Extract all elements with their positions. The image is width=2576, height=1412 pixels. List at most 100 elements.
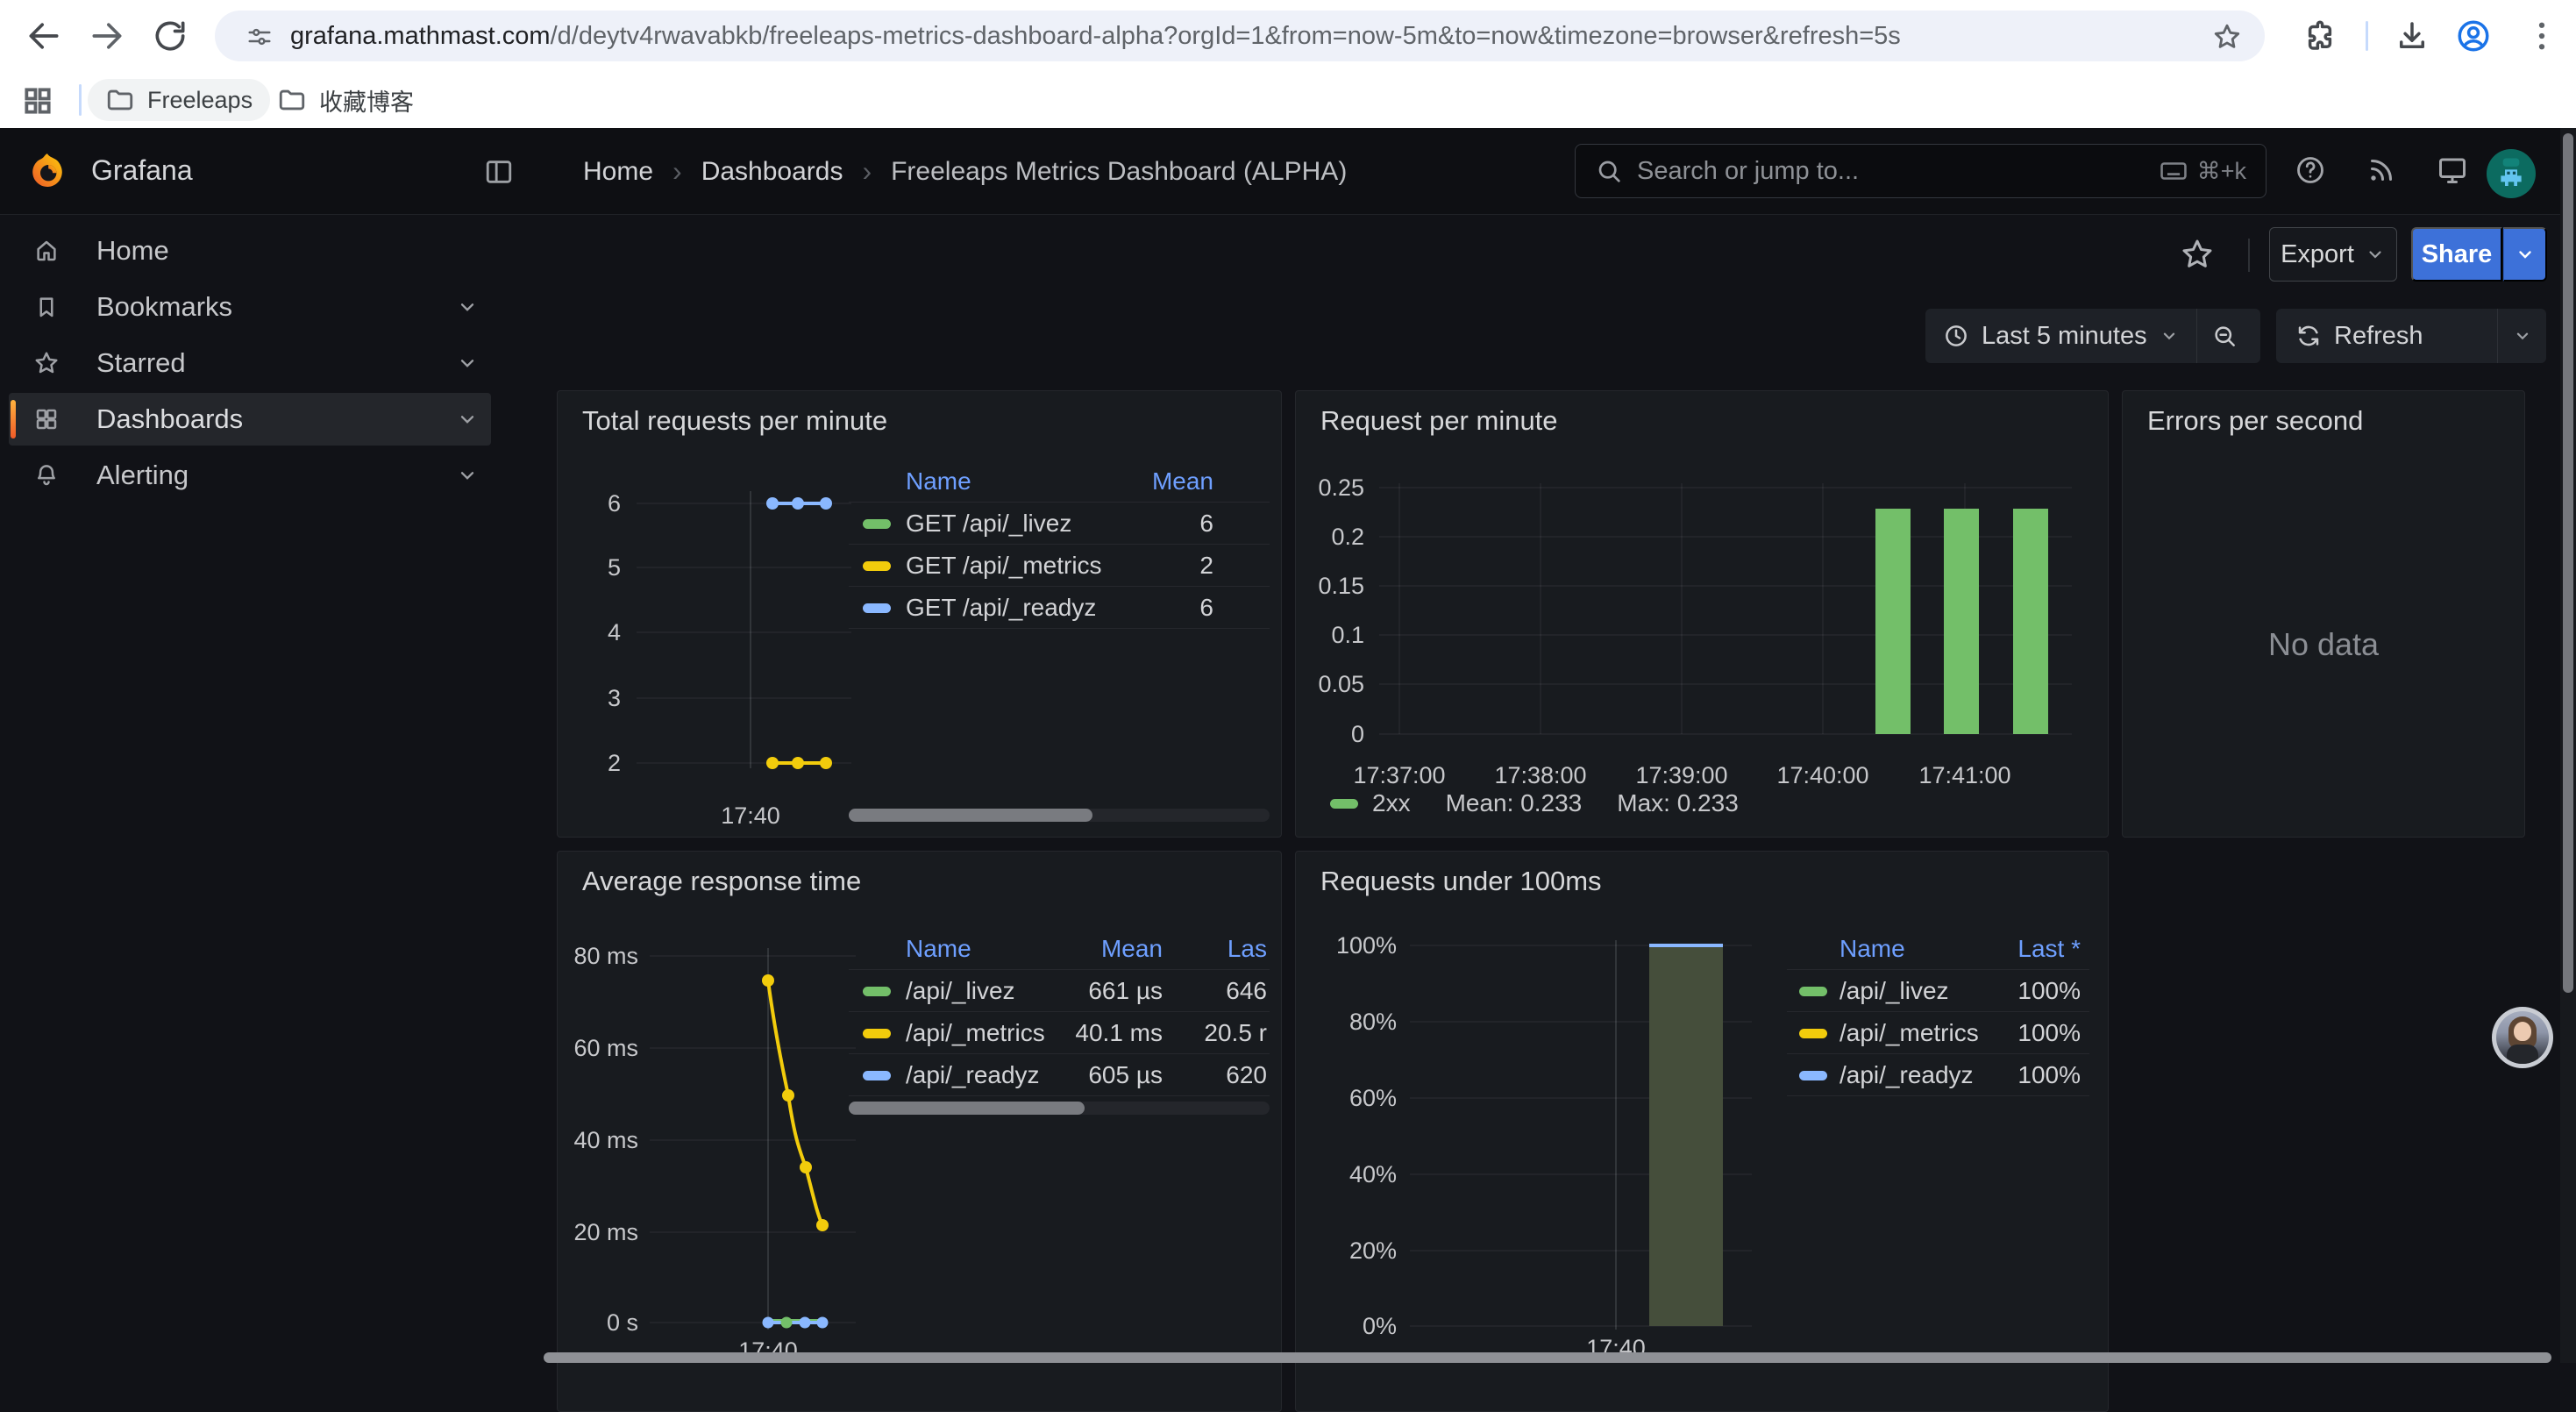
user-avatar[interactable]: [2487, 149, 2536, 198]
breadcrumb-home[interactable]: Home: [583, 157, 653, 187]
y-tick: 0 s: [558, 1310, 638, 1335]
legend-row[interactable]: GET /api/_readyz 6: [849, 587, 1270, 629]
y-tick: 60 ms: [558, 1036, 638, 1060]
grafana-logo-icon[interactable]: [26, 151, 68, 193]
legend-row[interactable]: GET /api/_metrics 2: [849, 545, 1270, 587]
breadcrumb: Home › Dashboards › Freeleaps Metrics Da…: [583, 128, 1347, 215]
forward-icon[interactable]: [88, 17, 126, 55]
folder-icon: [277, 85, 307, 115]
legend-scrollbar[interactable]: [849, 809, 1270, 822]
y-tick: 0.2: [1296, 524, 1364, 549]
share-menu-button[interactable]: [2503, 227, 2547, 282]
sidebar-collapse-icon[interactable]: [484, 157, 514, 187]
y-tick: 0%: [1296, 1314, 1397, 1338]
floating-assistant-avatar[interactable]: [2492, 1007, 2553, 1068]
bookmark-folder-freeleaps[interactable]: Freeleaps: [88, 79, 270, 121]
legend[interactable]: 2xx Mean: 0.233 Max: 0.233: [1330, 789, 1739, 817]
series-swatch: [863, 1071, 891, 1080]
refresh-interval-button[interactable]: [2497, 309, 2546, 363]
time-range-picker[interactable]: Last 5 minutes: [1925, 309, 2196, 363]
downloads-icon[interactable]: [2394, 18, 2430, 54]
favorite-dashboard-star-icon[interactable]: [2180, 237, 2215, 272]
legend-row[interactable]: /api/_metrics 100%: [1787, 1012, 2089, 1054]
sidebar-item-alerting[interactable]: Alerting: [9, 449, 491, 502]
legend-row[interactable]: /api/_readyz 605 µs 620: [849, 1054, 1270, 1096]
bookmarks-bar: Freeleaps 收藏博客: [0, 72, 2576, 128]
monitor-icon[interactable]: [2437, 154, 2468, 186]
legend-row[interactable]: /api/_metrics 40.1 ms 20.5 r: [849, 1012, 1270, 1054]
breadcrumb-dashboards[interactable]: Dashboards: [701, 157, 843, 187]
vertical-scrollbar[interactable]: [2560, 128, 2576, 1363]
legend-row[interactable]: /api/_livez 661 µs 646: [849, 970, 1270, 1012]
series-swatch: [1799, 987, 1827, 996]
refresh-button[interactable]: Refresh: [2276, 309, 2443, 363]
extensions-icon[interactable]: [2302, 18, 2338, 54]
bookmark-folder-blogs[interactable]: 收藏博客: [260, 79, 431, 121]
legend-col-name[interactable]: Name: [906, 460, 971, 503]
legend-row[interactable]: /api/_livez 100%: [1787, 970, 2089, 1012]
line-chart: [650, 939, 856, 1343]
x-tick: 17:37:00: [1325, 763, 1474, 788]
bookmark-icon: [33, 294, 60, 320]
legend-table: Name Last * /api/_livez 100% /api/_metri…: [1787, 928, 2089, 1096]
bookmark-star-icon[interactable]: [2212, 22, 2242, 52]
y-tick: 0.05: [1296, 672, 1364, 696]
legend-col-mean[interactable]: Mean: [1152, 460, 1213, 503]
search-input[interactable]: [1637, 157, 2159, 186]
legend-col-name[interactable]: Name: [1839, 928, 1905, 970]
y-tick: 0.1: [1296, 623, 1364, 647]
legend-col-last[interactable]: Last *: [2017, 928, 2081, 970]
vertical-scrollbar-thumb[interactable]: [2563, 133, 2573, 993]
legend-col-name[interactable]: Name: [906, 928, 971, 970]
y-tick: 60%: [1296, 1086, 1397, 1110]
series-swatch: [863, 519, 891, 529]
y-tick: 40 ms: [558, 1128, 638, 1152]
panel-title[interactable]: Total requests per minute: [582, 405, 887, 437]
x-tick: 17:38:00: [1466, 763, 1615, 788]
browser-menu-icon[interactable]: [2523, 18, 2560, 54]
news-rss-icon[interactable]: [2366, 154, 2397, 186]
legend-row[interactable]: GET /api/_livez 6: [849, 503, 1270, 545]
y-tick: 80 ms: [558, 944, 638, 968]
sidebar-item-bookmarks[interactable]: Bookmarks: [9, 281, 491, 333]
apps-grid-icon[interactable]: [21, 84, 54, 118]
search-icon: [1595, 157, 1623, 185]
share-button[interactable]: Share: [2411, 227, 2502, 282]
legend-row[interactable]: /api/_readyz 100%: [1787, 1054, 2089, 1096]
dashboards-grid-icon: [33, 406, 60, 432]
series-metrics-line: [768, 981, 822, 1225]
bar-2xx: [1944, 509, 1979, 734]
site-info-icon[interactable]: [246, 24, 273, 50]
screenshot-root: { "browser": { "url": { "domain": "grafa…: [0, 0, 2576, 1363]
legend-col-mean[interactable]: Mean: [1101, 928, 1163, 970]
y-tick: 2: [558, 751, 621, 775]
help-icon[interactable]: [2295, 154, 2326, 186]
panel-title[interactable]: Requests under 100ms: [1320, 866, 1602, 897]
pixel-avatar-icon: [2487, 149, 2536, 198]
sidebar-item-dashboards[interactable]: Dashboards: [9, 393, 491, 446]
sidebar-item-starred[interactable]: Starred: [9, 337, 491, 389]
y-tick: 0.15: [1296, 574, 1364, 598]
export-button[interactable]: Export: [2269, 227, 2397, 282]
bar-chart: [1410, 935, 1752, 1343]
horizontal-scrollbar-thumb[interactable]: [544, 1352, 2551, 1363]
panel-title[interactable]: Errors per second: [2147, 405, 2363, 437]
legend-col-last[interactable]: Las: [1228, 928, 1267, 970]
x-tick: 17:39:00: [1607, 763, 1756, 788]
legend-scrollbar[interactable]: [849, 1102, 1270, 1115]
chevron-down-icon[interactable]: [456, 352, 479, 374]
series-swatch: [1799, 1029, 1827, 1038]
star-icon: [33, 350, 60, 376]
back-icon[interactable]: [25, 17, 63, 55]
chevron-down-icon[interactable]: [456, 464, 479, 487]
chevron-down-icon[interactable]: [456, 296, 479, 318]
zoom-out-time-button[interactable]: [2196, 309, 2252, 363]
panel-title[interactable]: Average response time: [582, 866, 861, 897]
sidebar-item-home[interactable]: Home: [9, 225, 491, 277]
profile-icon[interactable]: [2455, 18, 2492, 54]
panel-title[interactable]: Request per minute: [1320, 405, 1558, 437]
chevron-down-icon[interactable]: [456, 408, 479, 431]
reload-icon[interactable]: [151, 17, 189, 55]
url-bar[interactable]: grafana.mathmast.com/d/deytv4rwavabkb/fr…: [215, 11, 2265, 61]
search-bar[interactable]: ⌘+k: [1575, 144, 2266, 198]
